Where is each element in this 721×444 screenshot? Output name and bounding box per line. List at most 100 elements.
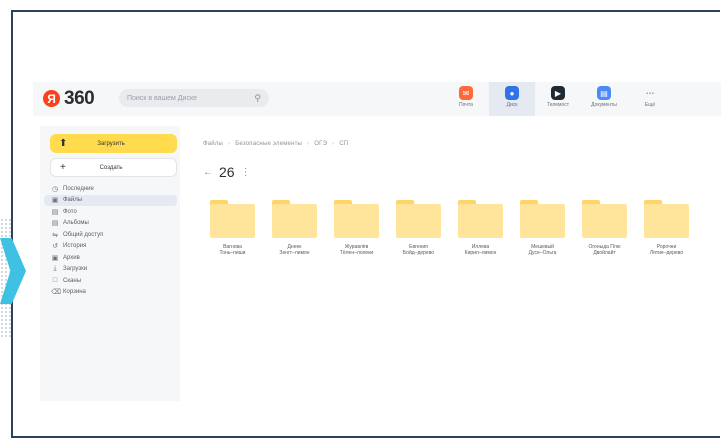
folder-name: Днеек Зенгт–лимон	[279, 244, 309, 256]
more-options-icon[interactable]: ⋮	[241, 167, 251, 178]
search-placeholder: Поиск в вашем Диске	[127, 94, 197, 102]
app-mail[interactable]: ✉ Почта	[443, 82, 489, 116]
folder-name-line: Тёлен–лолеки	[339, 250, 374, 256]
create-button[interactable]: + Создать	[50, 158, 177, 177]
sidebar-item-label: Корзина	[63, 289, 86, 296]
search-icon[interactable]: ⚲	[254, 93, 261, 104]
logo-text: 360	[64, 88, 95, 109]
breadcrumb-item[interactable]: Безопасные элементы	[235, 141, 302, 147]
folder-name: Иллева Кирил–лимон	[465, 244, 497, 256]
sidebar-item-history[interactable]: ↺ История	[44, 241, 177, 253]
folder-icon	[272, 200, 317, 238]
sidebar-item-label: Загрузки	[63, 266, 88, 273]
folder-item[interactable]: Вагнова Тонь–пиши	[210, 200, 255, 256]
upload-button[interactable]: ⬆ Загрузить	[50, 134, 177, 153]
sidebar-item-photo[interactable]: ▤ Фото	[44, 206, 177, 218]
folder-item[interactable]: Журавлёв Тёлен–лолеки	[334, 200, 379, 256]
photo-icon: ▤	[51, 208, 59, 216]
yandex-logo-icon: Я	[43, 90, 60, 107]
folder-icon	[582, 200, 627, 238]
folder-icon	[644, 200, 689, 238]
app-documents[interactable]: ▤ Документы	[581, 82, 627, 116]
app-label: Диск	[506, 102, 518, 108]
sidebar-item-archive[interactable]: ▣ Архив	[44, 252, 177, 264]
create-label: Создать	[99, 164, 123, 171]
top-header: Я 360 Поиск в вашем Диске ⚲ ✉ Почта ● Ди…	[33, 82, 721, 116]
back-arrow-icon[interactable]: ←	[203, 167, 213, 178]
sidebar: ⬆ Загрузить + Создать ◷ Последние ▣ Файлы …	[40, 126, 180, 401]
breadcrumb-separator-icon: ›	[228, 141, 231, 147]
folder-item[interactable]: Огоныда Плю Двойлайт	[582, 200, 627, 256]
app-label: Ещё	[644, 102, 656, 108]
breadcrumb-separator-icon: ›	[332, 141, 335, 147]
app-telemost[interactable]: ▶ Телемост	[535, 82, 581, 116]
documents-icon: ▤	[597, 86, 611, 100]
breadcrumb-item[interactable]: Файлы	[203, 141, 223, 147]
folder-name: Журавлёв Тёлен–лолеки	[340, 244, 373, 256]
disk-icon: ●	[505, 86, 519, 100]
plus-icon: +	[60, 162, 66, 173]
sidebar-item-trash[interactable]: ⌫ Корзина	[44, 287, 177, 299]
folder-item[interactable]: Ророчни Лятие–дерево	[644, 200, 689, 256]
upload-label: Загрузить	[97, 140, 125, 147]
page-title: 26	[219, 164, 235, 180]
app-switcher: ✉ Почта ● Диск ▶ Телемост ▤ Документы ⋯ …	[443, 82, 673, 116]
sidebar-item-downloads[interactable]: ⤓ Загрузки	[44, 264, 177, 276]
breadcrumb-item[interactable]: ОГЭ	[314, 141, 327, 147]
folder-item[interactable]: Мешевый Дусе–Ольга	[520, 200, 565, 256]
trash-icon: ⌫	[51, 289, 61, 297]
folder-name-line: Двойлайт	[593, 250, 616, 256]
folder-name-line: Тонь–пиши	[219, 250, 246, 256]
sidebar-item-label: Сканы	[63, 277, 82, 284]
folder-name-line: Бойд–дерево	[402, 250, 435, 256]
folder-grid: Вагнова Тонь–пиши Днеек Зенгт–лимон Журавл…	[210, 200, 689, 256]
sidebar-item-label: Файлы	[63, 197, 83, 204]
folder-name-line: Лятие–дерево	[649, 250, 684, 256]
title-bar: ← 26 ⋮	[203, 164, 251, 180]
app-label: Документы	[591, 102, 617, 108]
history-icon: ↺	[52, 243, 58, 251]
mail-icon: ✉	[459, 86, 473, 100]
folder-icon	[334, 200, 379, 238]
folder-item[interactable]: Евгения Бойд–дерево	[396, 200, 441, 256]
sidebar-item-scans[interactable]: □ Сканы	[44, 275, 177, 287]
folder-name-line: Зенгт–лимон	[279, 250, 310, 256]
sidebar-item-label: Последние	[63, 185, 94, 192]
sidebar-item-recent[interactable]: ◷ Последние	[44, 183, 177, 195]
clock-icon: ◷	[51, 185, 59, 193]
search-input[interactable]: Поиск в вашем Диске ⚲	[119, 89, 269, 107]
app-label: Телемост	[546, 102, 570, 108]
sidebar-item-label: Альбомы	[63, 220, 89, 227]
app-more[interactable]: ⋯ Ещё	[627, 82, 673, 116]
sidebar-item-files[interactable]: ▣ Файлы	[44, 194, 177, 206]
folder-item[interactable]: Днеек Зенгт–лимон	[272, 200, 317, 256]
downloads-icon: ⤓	[53, 265, 57, 273]
scans-icon: □	[52, 277, 58, 285]
folder-name: Евгения Бойд–дерево	[403, 244, 434, 256]
breadcrumb-item[interactable]: СП	[339, 141, 348, 147]
folder-icon	[458, 200, 503, 238]
folder-item[interactable]: Иллева Кирил–лимон	[458, 200, 503, 256]
folder-name: Вагнова Тонь–пиши	[220, 244, 246, 256]
main-content: Файлы › Безопасные элементы › ОГЭ › СП ← 26 ⋮ …	[180, 126, 721, 401]
albums-icon: ▤	[51, 220, 59, 228]
sidebar-item-label: Общий доступ	[63, 231, 104, 238]
folder-icon	[520, 200, 565, 238]
sidebar-nav: ◷ Последние ▣ Файлы ▤ Фото ▤ Альбомы ⇋ Общий …	[44, 183, 177, 298]
folder-name-line: Дусе–Ольга	[528, 250, 557, 256]
logo[interactable]: Я 360	[43, 88, 95, 109]
folder-icon	[210, 200, 255, 238]
files-icon: ▣	[51, 197, 59, 205]
breadcrumb: Файлы › Безопасные элементы › ОГЭ › СП	[203, 141, 348, 147]
telemost-icon: ▶	[551, 86, 565, 100]
folder-name: Мешевый Дусе–Ольга	[529, 244, 557, 256]
app-disk[interactable]: ● Диск	[489, 82, 535, 116]
folder-icon	[396, 200, 441, 238]
sidebar-item-label: Фото	[63, 208, 77, 215]
app-label: Почта	[459, 102, 473, 108]
sidebar-item-label: История	[63, 243, 87, 250]
sidebar-item-shared[interactable]: ⇋ Общий доступ	[44, 229, 177, 241]
shared-icon: ⇋	[52, 231, 58, 239]
sidebar-item-albums[interactable]: ▤ Альбомы	[44, 218, 177, 230]
folder-name-line: Кирил–лимон	[464, 250, 497, 256]
